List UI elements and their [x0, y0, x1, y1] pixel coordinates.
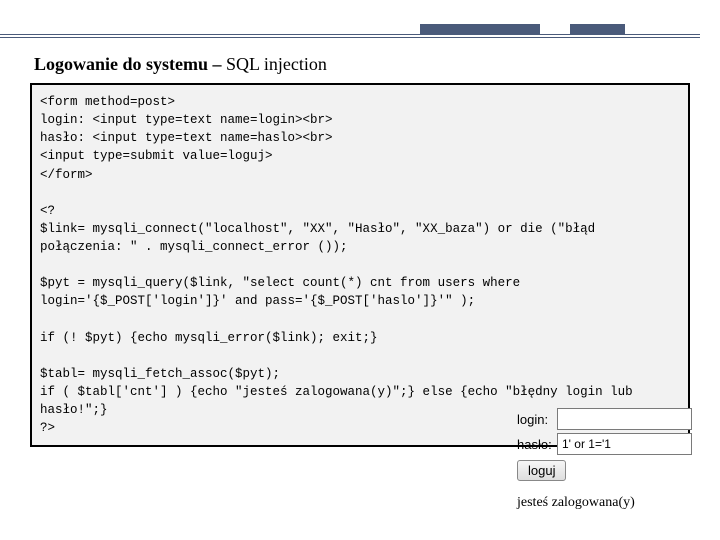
decor-bar: [570, 24, 625, 34]
demo-form: login: hasło: loguj jesteś zalogowana(y): [517, 408, 692, 511]
divider: [0, 34, 700, 35]
code-block: <form method=post> login: <input type=te…: [30, 83, 690, 447]
haslo-input[interactable]: [557, 433, 692, 455]
status-text: jesteś zalogowana(y): [517, 495, 692, 511]
decor-bar: [420, 24, 540, 34]
haslo-label: hasło:: [517, 437, 557, 452]
header-decor: [0, 0, 720, 44]
title-bold: Logowanie do systemu –: [34, 54, 226, 74]
login-label: login:: [517, 412, 557, 427]
submit-button[interactable]: loguj: [517, 460, 566, 481]
login-row: login:: [517, 408, 692, 430]
divider: [0, 37, 700, 38]
title-rest: SQL injection: [226, 54, 327, 74]
login-input[interactable]: [557, 408, 692, 430]
page-title: Logowanie do systemu – SQL injection: [34, 54, 720, 75]
haslo-row: hasło:: [517, 433, 692, 455]
